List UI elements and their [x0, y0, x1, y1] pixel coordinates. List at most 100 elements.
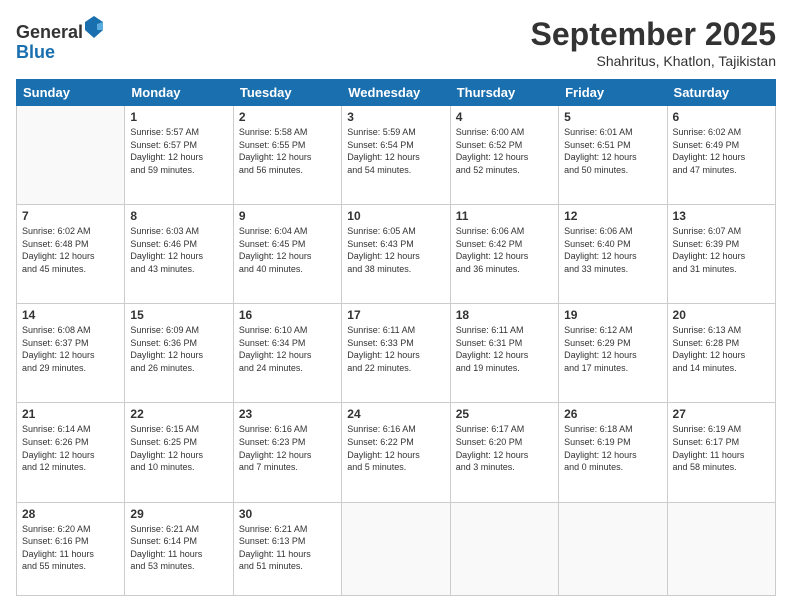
calendar-cell: [17, 106, 125, 205]
day-number: 17: [347, 308, 444, 322]
day-number: 24: [347, 407, 444, 421]
day-info: Sunrise: 6:17 AM Sunset: 6:20 PM Dayligh…: [456, 423, 553, 473]
day-info: Sunrise: 6:21 AM Sunset: 6:14 PM Dayligh…: [130, 523, 227, 573]
logo: General Blue: [16, 16, 103, 63]
day-info: Sunrise: 6:06 AM Sunset: 6:42 PM Dayligh…: [456, 225, 553, 275]
calendar-cell: 5 Sunrise: 6:01 AM Sunset: 6:51 PM Daylig…: [559, 106, 667, 205]
logo-general: General: [16, 22, 83, 42]
calendar-cell: 19 Sunrise: 6:12 AM Sunset: 6:29 PM Dayli…: [559, 304, 667, 403]
calendar-cell: 26Sunrise: 6:18 AM Sunset: 6:19 PM Dayli…: [559, 403, 667, 502]
day-info: Sunrise: 6:21 AM Sunset: 6:13 PM Dayligh…: [239, 523, 336, 573]
header: General Blue September 2025 Shahritus, K…: [16, 16, 776, 69]
weekday-header-sunday: Sunday: [17, 80, 125, 106]
day-number: 28: [22, 507, 119, 521]
day-number: 11: [456, 209, 553, 223]
day-number: 19: [564, 308, 661, 322]
day-info: Sunrise: 6:02 AM Sunset: 6:48 PM Dayligh…: [22, 225, 119, 275]
day-info: Sunrise: 6:07 AM Sunset: 6:39 PM Dayligh…: [673, 225, 770, 275]
calendar-table: SundayMondayTuesdayWednesdayThursdayFrid…: [16, 79, 776, 596]
day-number: 12: [564, 209, 661, 223]
day-info: Sunrise: 6:19 AM Sunset: 6:17 PM Dayligh…: [673, 423, 770, 473]
calendar-cell: 17Sunrise: 6:11 AM Sunset: 6:33 PM Dayli…: [342, 304, 450, 403]
calendar-week-3: 21 Sunrise: 6:14 AM Sunset: 6:26 PM Dayli…: [17, 403, 776, 502]
day-number: 21: [22, 407, 119, 421]
calendar-cell: 30 Sunrise: 6:21 AM Sunset: 6:13 PM Dayli…: [233, 502, 341, 595]
calendar-cell: 1Sunrise: 5:57 AM Sunset: 6:57 PM Daylig…: [125, 106, 233, 205]
day-info: Sunrise: 6:16 AM Sunset: 6:23 PM Dayligh…: [239, 423, 336, 473]
day-number: 30: [239, 507, 336, 521]
day-number: 20: [673, 308, 770, 322]
logo-blue-text: Blue: [16, 43, 103, 63]
day-number: 8: [130, 209, 227, 223]
day-info: Sunrise: 6:05 AM Sunset: 6:43 PM Dayligh…: [347, 225, 444, 275]
day-info: Sunrise: 6:04 AM Sunset: 6:45 PM Dayligh…: [239, 225, 336, 275]
day-number: 15: [130, 308, 227, 322]
day-info: Sunrise: 6:01 AM Sunset: 6:51 PM Dayligh…: [564, 126, 661, 176]
day-number: 3: [347, 110, 444, 124]
calendar-cell: [559, 502, 667, 595]
weekday-header-saturday: Saturday: [667, 80, 775, 106]
weekday-header-thursday: Thursday: [450, 80, 558, 106]
day-info: Sunrise: 6:14 AM Sunset: 6:26 PM Dayligh…: [22, 423, 119, 473]
logo-text: General: [16, 16, 103, 43]
calendar-cell: 15Sunrise: 6:09 AM Sunset: 6:36 PM Dayli…: [125, 304, 233, 403]
calendar-cell: [667, 502, 775, 595]
day-number: 6: [673, 110, 770, 124]
day-info: Sunrise: 6:15 AM Sunset: 6:25 PM Dayligh…: [130, 423, 227, 473]
calendar-cell: 18 Sunrise: 6:11 AM Sunset: 6:31 PM Dayli…: [450, 304, 558, 403]
day-info: Sunrise: 6:20 AM Sunset: 6:16 PM Dayligh…: [22, 523, 119, 573]
day-number: 5: [564, 110, 661, 124]
calendar-cell: 16Sunrise: 6:10 AM Sunset: 6:34 PM Dayli…: [233, 304, 341, 403]
day-info: Sunrise: 6:13 AM Sunset: 6:28 PM Dayligh…: [673, 324, 770, 374]
weekday-header-friday: Friday: [559, 80, 667, 106]
logo-icon: [85, 16, 103, 38]
calendar-cell: 13 Sunrise: 6:07 AM Sunset: 6:39 PM Dayli…: [667, 205, 775, 304]
day-number: 18: [456, 308, 553, 322]
calendar-week-0: 1Sunrise: 5:57 AM Sunset: 6:57 PM Daylig…: [17, 106, 776, 205]
calendar-cell: 25 Sunrise: 6:17 AM Sunset: 6:20 PM Dayli…: [450, 403, 558, 502]
calendar-cell: 10Sunrise: 6:05 AM Sunset: 6:43 PM Dayli…: [342, 205, 450, 304]
day-info: Sunrise: 6:10 AM Sunset: 6:34 PM Dayligh…: [239, 324, 336, 374]
day-info: Sunrise: 6:02 AM Sunset: 6:49 PM Dayligh…: [673, 126, 770, 176]
day-number: 25: [456, 407, 553, 421]
day-info: Sunrise: 5:57 AM Sunset: 6:57 PM Dayligh…: [130, 126, 227, 176]
day-number: 7: [22, 209, 119, 223]
day-number: 9: [239, 209, 336, 223]
day-number: 29: [130, 507, 227, 521]
calendar-cell: 23 Sunrise: 6:16 AM Sunset: 6:23 PM Dayli…: [233, 403, 341, 502]
day-info: Sunrise: 5:58 AM Sunset: 6:55 PM Dayligh…: [239, 126, 336, 176]
weekday-header-tuesday: Tuesday: [233, 80, 341, 106]
calendar-cell: 14 Sunrise: 6:08 AM Sunset: 6:37 PM Dayli…: [17, 304, 125, 403]
calendar-cell: 20 Sunrise: 6:13 AM Sunset: 6:28 PM Dayli…: [667, 304, 775, 403]
day-number: 4: [456, 110, 553, 124]
location: Shahritus, Khatlon, Tajikistan: [531, 53, 776, 69]
day-info: Sunrise: 5:59 AM Sunset: 6:54 PM Dayligh…: [347, 126, 444, 176]
day-number: 22: [130, 407, 227, 421]
day-number: 14: [22, 308, 119, 322]
calendar-cell: 27Sunrise: 6:19 AM Sunset: 6:17 PM Dayli…: [667, 403, 775, 502]
day-info: Sunrise: 6:18 AM Sunset: 6:19 PM Dayligh…: [564, 423, 661, 473]
calendar-cell: 21 Sunrise: 6:14 AM Sunset: 6:26 PM Dayli…: [17, 403, 125, 502]
calendar-cell: [450, 502, 558, 595]
calendar-cell: 12 Sunrise: 6:06 AM Sunset: 6:40 PM Dayli…: [559, 205, 667, 304]
day-number: 23: [239, 407, 336, 421]
calendar-cell: 7 Sunrise: 6:02 AM Sunset: 6:48 PM Daylig…: [17, 205, 125, 304]
calendar-cell: 8 Sunrise: 6:03 AM Sunset: 6:46 PM Daylig…: [125, 205, 233, 304]
logo-blue: Blue: [16, 42, 55, 62]
day-info: Sunrise: 6:08 AM Sunset: 6:37 PM Dayligh…: [22, 324, 119, 374]
calendar-week-4: 28 Sunrise: 6:20 AM Sunset: 6:16 PM Dayli…: [17, 502, 776, 595]
calendar-cell: 9 Sunrise: 6:04 AM Sunset: 6:45 PM Daylig…: [233, 205, 341, 304]
day-info: Sunrise: 6:11 AM Sunset: 6:31 PM Dayligh…: [456, 324, 553, 374]
calendar-cell: 3 Sunrise: 5:59 AM Sunset: 6:54 PM Daylig…: [342, 106, 450, 205]
calendar-cell: 4Sunrise: 6:00 AM Sunset: 6:52 PM Daylig…: [450, 106, 558, 205]
calendar-cell: 11 Sunrise: 6:06 AM Sunset: 6:42 PM Dayli…: [450, 205, 558, 304]
day-info: Sunrise: 6:06 AM Sunset: 6:40 PM Dayligh…: [564, 225, 661, 275]
day-number: 13: [673, 209, 770, 223]
day-info: Sunrise: 6:12 AM Sunset: 6:29 PM Dayligh…: [564, 324, 661, 374]
title-block: September 2025 Shahritus, Khatlon, Tajik…: [531, 16, 776, 69]
weekday-header-row: SundayMondayTuesdayWednesdayThursdayFrid…: [17, 80, 776, 106]
calendar-cell: 28 Sunrise: 6:20 AM Sunset: 6:16 PM Dayli…: [17, 502, 125, 595]
day-info: Sunrise: 6:03 AM Sunset: 6:46 PM Dayligh…: [130, 225, 227, 275]
weekday-header-wednesday: Wednesday: [342, 80, 450, 106]
calendar-cell: 24Sunrise: 6:16 AM Sunset: 6:22 PM Dayli…: [342, 403, 450, 502]
